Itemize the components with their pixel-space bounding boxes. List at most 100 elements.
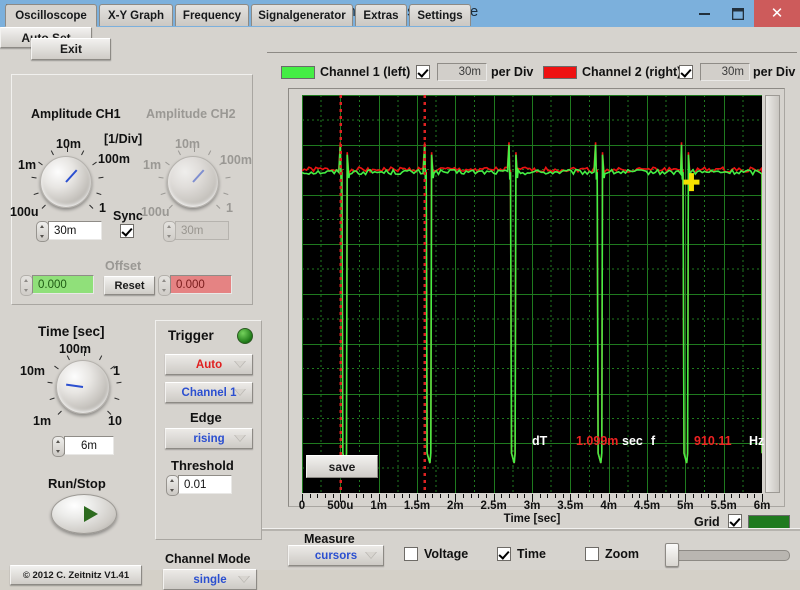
x-axis-minor-tick [731,494,732,498]
voltage-checkbox[interactable] [404,547,418,561]
time-value[interactable]: 6m [64,436,114,455]
channel-1-per-div-label: per Div [491,65,534,79]
x-axis-minor-tick [586,494,587,498]
knob-tick [49,397,55,400]
copyright-label: © 2012 C. Zeitnitz V1.41 [10,565,142,585]
zoom-label: Zoom [605,547,640,561]
grid-color-swatch[interactable] [748,515,790,529]
amplitude-ch1-value[interactable]: 30m [48,221,102,240]
close-icon: ✕ [770,5,784,22]
x-axis-tick-label: 3m [523,500,541,512]
x-axis-tick-label: 3.5m [557,500,584,512]
channel-2-enable-checkbox[interactable] [679,65,693,79]
edge-label: Edge [190,410,222,425]
measure-mode-value: cursors [314,549,358,562]
time-knob-pointer [66,383,84,388]
zoom-checkbox[interactable] [585,547,599,561]
amplitude-ch1-label: Amplitude CH1 [31,107,121,121]
app-window: Soundcard Oszilloscope ✕ Exit Amplitude … [0,0,800,590]
threshold-value[interactable]: 0.01 [178,475,232,494]
x-axis-tick-label: 0 [298,500,306,512]
tab-frequency[interactable]: Frequency [175,4,249,26]
x-axis-minor-tick [386,494,387,498]
offset-label: Offset [105,259,142,273]
exit-button[interactable]: Exit [31,38,111,60]
x-axis-minor-tick [409,494,410,498]
ch1-tick-100u: 100u [10,205,39,219]
trigger-mode-select[interactable]: Auto [165,354,253,375]
channel-1-color-swatch[interactable] [281,66,315,79]
tab-underline [267,52,797,53]
trigger-mode-value: Auto [195,358,223,371]
x-axis-tick-label: 500u [327,500,354,512]
x-axis-minor-tick [440,494,441,498]
ch1-tick-1m: 1m [18,158,37,172]
trigger-edge-value: rising [193,432,225,445]
x-axis-minor-tick [333,494,334,498]
time-knob[interactable] [47,351,122,415]
offset-ch1-value[interactable]: 0.000 [32,275,94,294]
tab-settings[interactable]: Settings [409,4,471,26]
grid-checkbox[interactable] [728,514,742,528]
x-axis-minor-tick [624,494,625,498]
x-axis-tick-label: 5.5m [710,500,737,512]
zoom-slider-track[interactable] [667,550,790,561]
ch2-tick-1m: 1m [143,158,162,172]
channel-1-enable-checkbox[interactable] [416,65,430,79]
amplitude-ch2-knob[interactable] [158,147,231,209]
channel-2-label: Channel 2 (right) [582,65,682,79]
time-tick-1m: 1m [33,414,52,428]
chevron-down-icon [234,389,246,396]
save-button[interactable]: save [306,455,378,478]
dt-value: 1.099m [576,434,619,448]
vertical-scrollbar[interactable] [765,95,780,493]
close-button[interactable]: ✕ [754,0,800,27]
chevron-down-icon [234,435,246,442]
offset-ch2-value[interactable]: 0.000 [170,275,232,294]
ch2-tick-100m: 100m [220,153,252,167]
ch2-tick-10m: 10m [175,137,201,151]
offset-reset-button[interactable]: Reset [104,276,155,295]
minimize-button[interactable] [688,0,721,27]
channel-mode-label: Channel Mode [165,552,251,566]
tab-extras[interactable]: Extras [355,4,407,26]
grid-label: Grid [694,515,720,529]
channel-1-scale[interactable]: 30m [437,63,487,81]
time-measure-label: Time [517,547,546,561]
sync-checkbox[interactable] [120,224,134,238]
chevron-down-icon [234,361,246,368]
x-axis-minor-tick [371,494,372,498]
measure-label: Measure [304,532,355,546]
x-axis-minor-tick [547,494,548,498]
run-stop-button[interactable] [51,494,117,534]
left-control-panel: Exit Amplitude CH1 Amplitude CH2 [1/Div]… [0,27,262,590]
x-axis-minor-tick [509,494,510,498]
time-title: Time [sec] [38,324,105,339]
channel-mode-select[interactable]: single [163,569,257,590]
tab-oscilloscope[interactable]: Oscilloscope [5,4,97,27]
zoom-slider-thumb[interactable] [665,543,679,567]
x-axis-minor-tick [655,494,656,498]
trigger-channel-select[interactable]: Channel 1 [165,382,253,403]
channel-2-scale[interactable]: 30m [700,63,750,81]
trigger-edge-select[interactable]: rising [165,428,253,449]
x-axis-minor-tick [639,494,640,498]
time-checkbox[interactable] [497,547,511,561]
tab-signalgenerator[interactable]: Signalgenerator [251,4,353,26]
amplitude-ch1-knob[interactable] [31,147,104,209]
measure-mode-select[interactable]: cursors [288,545,384,566]
x-axis-minor-tick [701,494,702,498]
tab-xy-graph[interactable]: X-Y Graph [99,4,173,26]
x-axis-tick-label: 5m [677,500,694,512]
run-stop-label: Run/Stop [48,476,106,491]
amplitude-ch2-value[interactable]: 30m [175,221,229,240]
voltage-label: Voltage [424,547,469,561]
maximize-button[interactable] [721,0,754,27]
trigger-channel-value: Channel 1 [181,386,237,399]
channel-2-color-swatch[interactable] [543,66,577,79]
x-axis-minor-tick [616,494,617,498]
x-axis-minor-tick [463,494,464,498]
x-axis-minor-tick [501,494,502,498]
x-axis-minor-tick [716,494,717,498]
bottom-divider [262,528,800,531]
